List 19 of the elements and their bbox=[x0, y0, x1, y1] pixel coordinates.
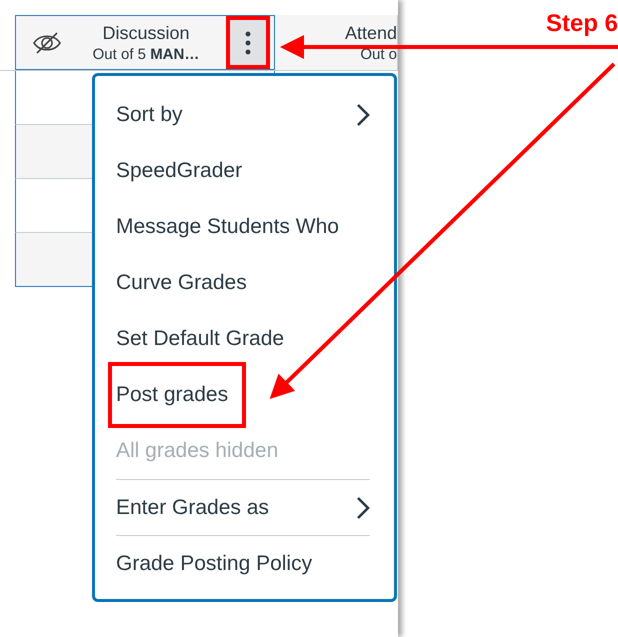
column-subtitle: Out o bbox=[360, 46, 397, 62]
menu-item[interactable]: Enter Grades as bbox=[116, 479, 370, 527]
column-title: Attend bbox=[344, 22, 397, 44]
column-subtitle: Out of 5 MAN… bbox=[92, 46, 200, 62]
step-label: Step 6 bbox=[546, 10, 618, 38]
chevron-right-icon bbox=[356, 496, 370, 520]
menu-item[interactable]: Grade Posting Policy bbox=[116, 535, 370, 583]
menu-item[interactable]: Curve Grades bbox=[116, 263, 370, 303]
column-title: Discussion bbox=[102, 22, 190, 44]
menu-item[interactable]: SpeedGrader bbox=[116, 151, 370, 191]
column-header[interactable]: Discussion Out of 5 MAN… bbox=[15, 15, 275, 70]
menu-item[interactable]: Sort by bbox=[116, 95, 370, 135]
menu-item[interactable]: Set Default Grade bbox=[116, 319, 370, 359]
column-header[interactable]: Attend Out o bbox=[275, 15, 398, 70]
menu-item[interactable]: Post grades bbox=[108, 362, 246, 428]
kebab-icon bbox=[245, 30, 251, 54]
column-menu-button[interactable] bbox=[230, 20, 266, 65]
chevron-right-icon bbox=[356, 103, 370, 127]
menu-item[interactable]: Message Students Who bbox=[116, 207, 370, 247]
